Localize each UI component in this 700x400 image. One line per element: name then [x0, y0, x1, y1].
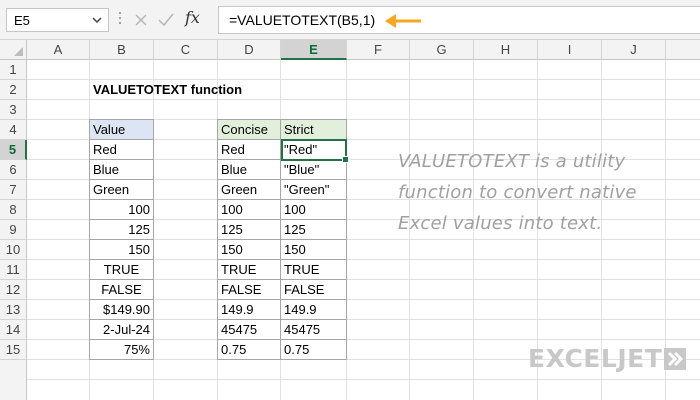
note-line: function to convert native	[398, 182, 637, 203]
row-header-3[interactable]: 3	[0, 100, 27, 120]
row-header-14[interactable]: 14	[0, 320, 27, 340]
note-line: VALUETOTEXT is a utility	[398, 151, 626, 172]
column-header-h[interactable]: H	[474, 40, 538, 60]
concise-cell[interactable]: TRUE	[217, 259, 281, 280]
value-cell[interactable]: 100	[89, 199, 154, 220]
concise-cell[interactable]: 150	[217, 239, 281, 260]
row-header-8[interactable]: 8	[0, 200, 27, 220]
row-header-1[interactable]: 1	[0, 60, 27, 80]
strict-cell[interactable]: 100	[280, 199, 347, 220]
value-cell[interactable]: 150	[89, 239, 154, 260]
annotation-note: VALUETOTEXT is a utility function to con…	[398, 146, 688, 239]
value-cell[interactable]: TRUE	[89, 259, 154, 280]
select-all-corner[interactable]	[0, 40, 27, 60]
gridline	[27, 379, 700, 380]
row-header-16[interactable]	[0, 360, 27, 400]
row-header-11[interactable]: 11	[0, 260, 27, 280]
drag-handle-icon[interactable]	[118, 9, 122, 31]
check-icon[interactable]	[156, 10, 176, 30]
strict-cell[interactable]: "Green"	[280, 179, 347, 200]
exceljet-logo: EXCELJET	[528, 344, 663, 373]
column-header-a[interactable]: A	[27, 40, 90, 60]
concise-cell[interactable]: FALSE	[217, 279, 281, 300]
row-header-10[interactable]: 10	[0, 240, 27, 260]
row-header-5[interactable]: 5	[0, 140, 27, 160]
strict-cell[interactable]: "Red"	[280, 139, 347, 160]
row-header-7[interactable]: 7	[0, 180, 27, 200]
formula-bar-area: E5 fx =VALUETOTEXT(B5,1)	[0, 0, 700, 40]
row-header-12[interactable]: 12	[0, 280, 27, 300]
logo-mark-icon	[664, 348, 686, 370]
strict-cell[interactable]: TRUE	[280, 259, 347, 280]
strict-cell[interactable]: "Blue"	[280, 159, 347, 180]
row-header-6[interactable]: 6	[0, 160, 27, 180]
concise-cell[interactable]: 0.75	[217, 339, 281, 360]
column-header-k[interactable]	[666, 40, 700, 60]
name-box[interactable]: E5	[6, 8, 109, 32]
cancel-icon[interactable]	[132, 10, 150, 30]
concise-cell[interactable]: Blue	[217, 159, 281, 180]
strict-header-cell[interactable]: Strict	[280, 119, 347, 140]
concise-cell[interactable]: 125	[217, 219, 281, 240]
strict-cell[interactable]: 0.75	[280, 339, 347, 360]
column-header-c[interactable]: C	[154, 40, 218, 60]
row-header-15[interactable]: 15	[0, 340, 27, 360]
concise-cell[interactable]: 149.9	[217, 299, 281, 320]
value-cell[interactable]: 125	[89, 219, 154, 240]
value-cell[interactable]: $149.90	[89, 299, 154, 320]
chevron-down-icon[interactable]	[89, 12, 105, 28]
concise-cell[interactable]: Green	[217, 179, 281, 200]
value-cell[interactable]: 75%	[89, 339, 154, 360]
value-cell[interactable]: 2-Jul-24	[89, 319, 154, 340]
concise-cell[interactable]: 100	[217, 199, 281, 220]
name-box-value: E5	[14, 13, 30, 28]
value-cell[interactable]: FALSE	[89, 279, 154, 300]
value-cell[interactable]: Green	[89, 179, 154, 200]
strict-cell[interactable]: 125	[280, 219, 347, 240]
page-title[interactable]: VALUETOTEXT function	[90, 80, 290, 100]
value-header-cell[interactable]: Value	[89, 119, 154, 140]
formula-text: =VALUETOTEXT(B5,1)	[229, 12, 376, 28]
strict-cell[interactable]: FALSE	[280, 279, 347, 300]
column-header-e[interactable]: E	[281, 40, 347, 60]
column-header-f[interactable]: F	[347, 40, 410, 60]
column-header-i[interactable]: I	[538, 40, 602, 60]
column-header-j[interactable]: J	[602, 40, 666, 60]
row-header-9[interactable]: 9	[0, 220, 27, 240]
column-header-g[interactable]: G	[410, 40, 474, 60]
strict-cell[interactable]: 45475	[280, 319, 347, 340]
concise-header-cell[interactable]: Concise	[217, 119, 281, 140]
value-cell[interactable]: Blue	[89, 159, 154, 180]
strict-cell[interactable]: 150	[280, 239, 347, 260]
insert-function-icon[interactable]: fx	[185, 8, 200, 27]
column-header-b[interactable]: B	[90, 40, 154, 60]
row-header-4[interactable]: 4	[0, 120, 27, 140]
concise-cell[interactable]: Red	[217, 139, 281, 160]
note-line: Excel values into text.	[398, 213, 603, 234]
arrow-left-icon	[385, 14, 421, 28]
row-header-2[interactable]: 2	[0, 80, 27, 100]
column-header-d[interactable]: D	[218, 40, 281, 60]
value-cell[interactable]: Red	[89, 139, 154, 160]
concise-cell[interactable]: 45475	[217, 319, 281, 340]
row-header-13[interactable]: 13	[0, 300, 27, 320]
strict-cell[interactable]: 149.9	[280, 299, 347, 320]
formula-input[interactable]: =VALUETOTEXT(B5,1)	[218, 6, 700, 34]
